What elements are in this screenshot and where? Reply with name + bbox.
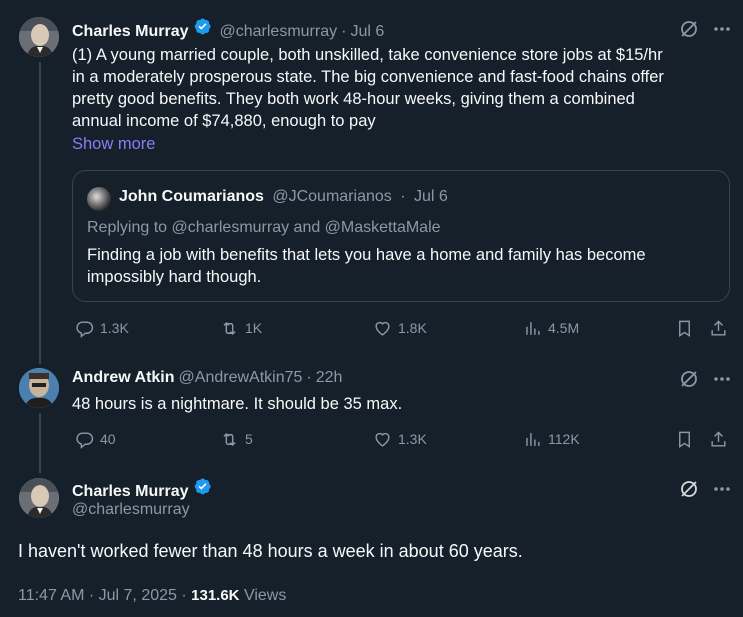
- tweet-header: Charles Murray @charlesmurray · Jul 6: [72, 17, 384, 43]
- like-count: 1.8K: [398, 320, 427, 336]
- tweet-time[interactable]: Jul 6: [350, 21, 384, 43]
- view-count: 112K: [548, 431, 580, 447]
- tweet-body: (1) A young married couple, both unskill…: [72, 44, 732, 132]
- separator-dot: ·: [306, 369, 312, 386]
- separator-dot: ·: [341, 23, 347, 40]
- like-button[interactable]: 1.8K: [373, 319, 427, 338]
- quote-header: John Coumarianos @JCoumarianos · Jul 6: [119, 186, 448, 208]
- focused-tweet-body: I haven't worked fewer than 48 hours a w…: [18, 541, 523, 561]
- like-button[interactable]: 1.3K: [373, 430, 427, 449]
- tweet-line: (1) A young married couple, both unskill…: [72, 46, 663, 64]
- quote-body: Finding a job with benefits that lets yo…: [87, 244, 717, 288]
- reply-icon: [76, 431, 94, 449]
- author-handle[interactable]: @charlesmurray: [220, 21, 338, 43]
- repost-icon: [223, 321, 236, 335]
- views-label: Views: [243, 587, 287, 604]
- avatar-charles-murray[interactable]: [19, 17, 59, 57]
- verified-badge-icon: [193, 477, 212, 496]
- show-more-link[interactable]: Show more: [72, 133, 155, 155]
- reply-count: 1.3K: [100, 320, 129, 336]
- avatar-john-coumarianos: [87, 187, 111, 211]
- tweet-time[interactable]: 22h: [316, 367, 343, 389]
- grok-icon[interactable]: [679, 19, 699, 39]
- tweet-header-handle: @charlesmurray: [72, 499, 190, 521]
- share-button[interactable]: [709, 430, 728, 449]
- tweet-line: in a moderately prosperous state. The bi…: [72, 68, 664, 86]
- share-icon: [711, 430, 726, 447]
- thread-connector: [39, 413, 41, 473]
- views-count: 131.6K: [191, 587, 240, 604]
- analytics-icon: [526, 321, 540, 335]
- bookmark-button[interactable]: [675, 430, 694, 449]
- replying-to-text: Replying to @charlesmurray and @Masketta…: [87, 219, 441, 236]
- heart-icon: [375, 432, 390, 447]
- repost-icon: [223, 432, 236, 446]
- tweet-actions: 1.3K 1K 1.8K 4.5M: [72, 317, 732, 339]
- grok-icon[interactable]: [679, 479, 699, 499]
- bookmark-icon: [679, 431, 690, 448]
- avatar-charles-murray[interactable]: [19, 478, 59, 518]
- repost-button[interactable]: 5: [220, 430, 253, 449]
- share-icon: [711, 319, 726, 336]
- reply-icon: [76, 320, 94, 338]
- avatar-andrew-atkin[interactable]: [19, 368, 59, 408]
- quote-line: impossibly hard though.: [87, 268, 262, 286]
- quoted-tweet-card[interactable]: John Coumarianos @JCoumarianos · Jul 6 R…: [72, 170, 730, 302]
- reply-button[interactable]: 40: [75, 430, 116, 449]
- tweet-actions: 40 5 1.3K 112K: [72, 428, 732, 450]
- grok-icon[interactable]: [679, 369, 699, 389]
- views-button[interactable]: 112K: [523, 430, 580, 449]
- thread-connector: [39, 62, 41, 364]
- tweet-top-actions: [679, 369, 731, 389]
- verified-badge-icon: [193, 17, 212, 36]
- author-name[interactable]: Charles Murray: [72, 21, 189, 43]
- author-handle[interactable]: @charlesmurray: [72, 499, 190, 521]
- tweet-header: Andrew Atkin @AndrewAtkin75 · 22h: [72, 367, 342, 389]
- author-handle[interactable]: @AndrewAtkin75: [179, 367, 303, 389]
- quote-author-name: John Coumarianos: [119, 188, 264, 205]
- heart-icon: [375, 321, 390, 336]
- repost-count: 5: [245, 431, 253, 447]
- more-options-icon[interactable]: [713, 376, 731, 382]
- tweet-metadata: 11:47 AM · Jul 7, 2025 · 131.6K Views: [18, 585, 286, 607]
- bookmark-button[interactable]: [675, 319, 694, 338]
- tweet-top-actions: [679, 479, 731, 499]
- quote-time: Jul 6: [414, 188, 448, 205]
- tweet-thread: Charles Murray @charlesmurray · Jul 6 (1…: [0, 0, 743, 617]
- tweet-timestamp[interactable]: 11:47 AM · Jul 7, 2025 ·: [18, 587, 191, 604]
- tweet-body: 48 hours is a nightmare. It should be 35…: [72, 395, 403, 413]
- share-button[interactable]: [709, 319, 728, 338]
- quote-author-handle: @JCoumarianos: [272, 188, 392, 205]
- views-button[interactable]: 4.5M: [523, 319, 579, 338]
- author-name[interactable]: Andrew Atkin: [72, 367, 175, 389]
- repost-count: 1K: [245, 320, 263, 336]
- more-options-icon[interactable]: [713, 486, 731, 492]
- reply-count: 40: [100, 431, 116, 447]
- bookmark-icon: [679, 320, 690, 337]
- repost-button[interactable]: 1K: [220, 319, 262, 338]
- tweet-line: pretty good benefits. They both work 48-…: [72, 90, 635, 108]
- tweet-line: annual income of $74,880, enough to pay: [72, 112, 376, 130]
- like-count: 1.3K: [398, 431, 427, 447]
- separator-dot: ·: [400, 188, 406, 205]
- view-count: 4.5M: [548, 320, 580, 336]
- tweet-top-actions: [679, 19, 731, 39]
- quote-line: Finding a job with benefits that lets yo…: [87, 246, 646, 264]
- analytics-icon: [526, 432, 540, 446]
- reply-button[interactable]: 1.3K: [75, 319, 129, 338]
- more-options-icon[interactable]: [713, 26, 731, 32]
